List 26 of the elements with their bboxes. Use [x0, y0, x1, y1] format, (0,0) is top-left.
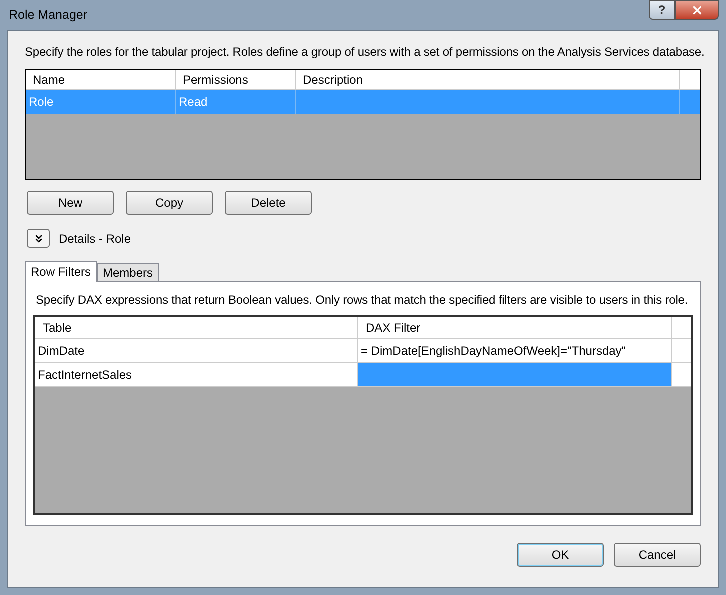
column-header[interactable]: Description — [296, 70, 680, 89]
column-header[interactable]: DAX Filter — [358, 317, 672, 338]
column-header[interactable]: Name — [26, 70, 176, 89]
table-cell: DimDate — [35, 339, 358, 362]
tab[interactable]: Members — [97, 263, 160, 281]
filters-intro-text: Specify DAX expressions that return Boolean values. Only rows that match the specified filters are visible to users in this role. — [35, 292, 690, 309]
column-header[interactable]: Table — [35, 317, 358, 338]
window-title: Role Manager — [9, 6, 88, 24]
table-cell: Read — [176, 90, 296, 114]
table-cell: Role — [26, 90, 176, 114]
filter-cell[interactable]: = DimDate[EnglishDayNameOfWeek]="Thursday" — [358, 339, 672, 362]
role-action-button[interactable]: New — [27, 191, 114, 215]
help-button[interactable]: ? — [649, 0, 675, 20]
filter-row[interactable]: FactInternetSales — [35, 363, 691, 387]
dialog-button[interactable]: OK — [517, 543, 604, 567]
close-icon — [690, 4, 704, 16]
details-label: Details - Role — [59, 230, 132, 248]
tab[interactable]: Row Filters — [25, 261, 98, 282]
filter-cell[interactable] — [358, 363, 672, 386]
close-button[interactable] — [675, 0, 719, 20]
column-header[interactable]: Permissions — [176, 70, 296, 89]
role-action-button[interactable]: Delete — [225, 191, 312, 215]
dialog-button[interactable]: Cancel — [614, 543, 701, 567]
role-action-button[interactable]: Copy — [126, 191, 213, 215]
details-toggle[interactable] — [27, 229, 50, 248]
filter-row[interactable]: DimDate = DimDate[EnglishDayNameOfWeek]="Thursday" — [35, 339, 691, 363]
